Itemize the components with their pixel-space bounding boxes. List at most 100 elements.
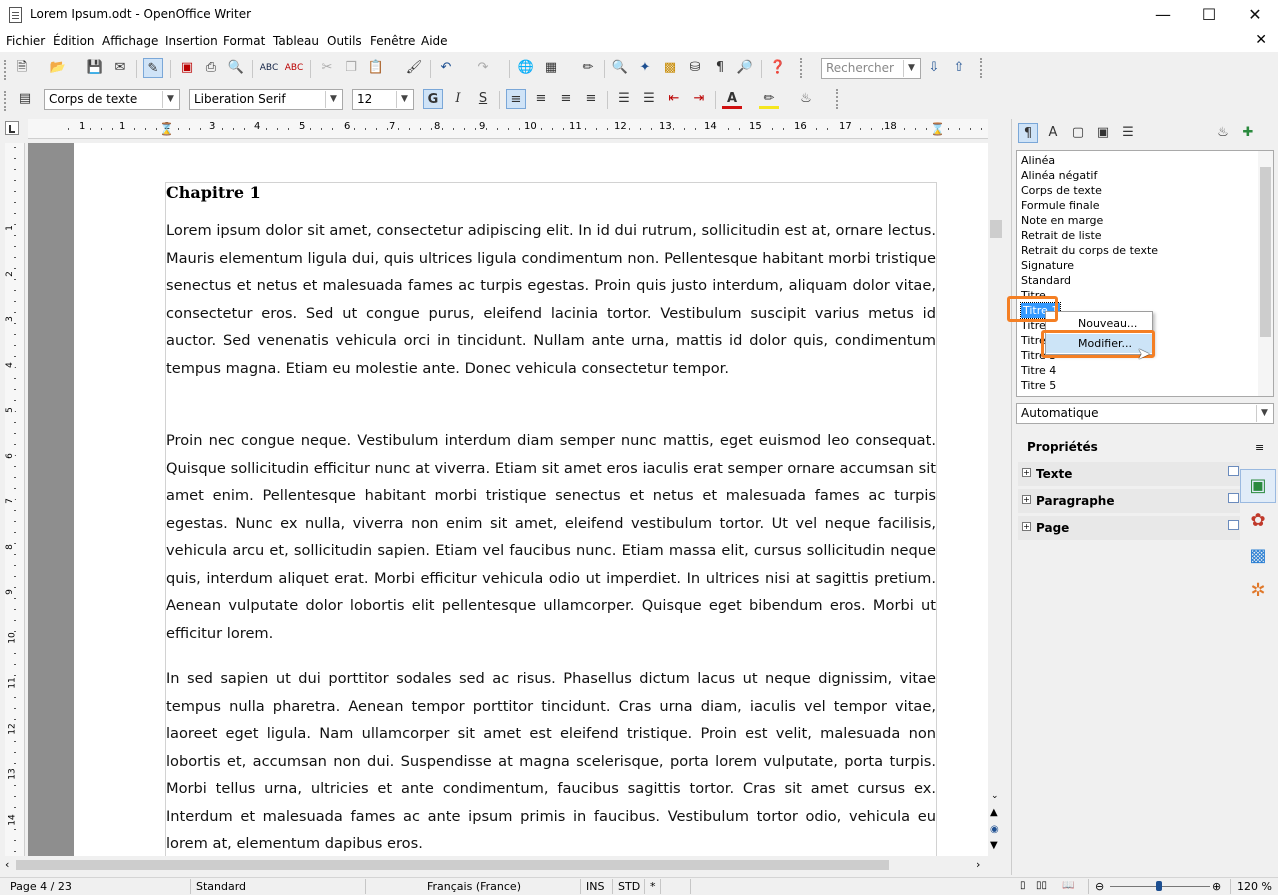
menu-affichage[interactable]: Affichage <box>102 34 158 48</box>
spellcheck-icon[interactable]: ABC <box>259 58 279 78</box>
align-center-icon[interactable]: ≡ <box>531 89 551 109</box>
draw-functions-icon[interactable]: ✏ <box>578 58 598 78</box>
data-sources-icon[interactable]: ⛁ <box>685 58 705 78</box>
scroll-thumb[interactable] <box>990 220 1002 238</box>
character-styles-icon[interactable]: A <box>1043 123 1063 143</box>
justify-icon[interactable]: ≡ <box>581 89 601 109</box>
zoom-out-icon[interactable]: ⊖ <box>1095 880 1104 893</box>
scroll-thumb[interactable] <box>16 860 889 870</box>
styles-deck-icon[interactable]: ✿ <box>1240 505 1276 539</box>
close-document-icon[interactable]: ✕ <box>1255 32 1267 48</box>
horizontal-scrollbar[interactable]: ‹ › <box>0 857 990 873</box>
paragraph-1[interactable]: Lorem ipsum dolor sit amet, consectetur … <box>166 217 936 382</box>
fill-format-mode-icon[interactable]: ♨ <box>1213 123 1233 143</box>
menu-edition[interactable]: Édition <box>53 34 95 48</box>
export-pdf-icon[interactable]: ▣ <box>177 58 197 78</box>
font-size-select[interactable]: 12 ▼ <box>352 89 414 110</box>
insert-mode[interactable]: INS <box>586 880 604 893</box>
tab-stop-type-icon[interactable] <box>5 121 19 135</box>
help-icon[interactable]: ❓ <box>768 58 788 78</box>
style-list-item[interactable]: Retrait de liste <box>1021 228 1102 243</box>
document-page[interactable]: Chapitre 1 Lorem ipsum dolor sit amet, c… <box>74 143 988 856</box>
frame-styles-icon[interactable]: ▢ <box>1068 123 1088 143</box>
paragraph-styles-icon[interactable]: ¶ <box>1018 123 1038 143</box>
highlighting-icon[interactable]: ✏ <box>759 89 779 109</box>
toolbar-grip[interactable] <box>980 58 984 78</box>
autospellcheck-icon[interactable]: ABC <box>284 58 304 78</box>
toolbar-grip[interactable] <box>4 60 8 80</box>
style-list-item[interactable]: Standard <box>1021 273 1071 288</box>
decrease-indent-icon[interactable]: ⇤ <box>664 89 684 109</box>
page-style[interactable]: Standard <box>196 880 246 893</box>
chevron-down-icon[interactable]: ▼ <box>903 60 919 77</box>
next-page-icon[interactable]: ▼ <box>990 840 998 851</box>
find-previous-icon[interactable]: ⇧ <box>949 58 969 78</box>
section-page[interactable]: + Page <box>1018 516 1240 540</box>
redo-icon[interactable]: ↷ <box>473 58 493 78</box>
formatting-marks-icon[interactable]: ¶ <box>710 58 730 78</box>
chevron-down-icon[interactable]: ▼ <box>1256 405 1272 422</box>
paragraph-style-select[interactable]: Corps de texte ▼ <box>44 89 180 110</box>
search-input[interactable]: Rechercher ▼ <box>821 58 921 79</box>
email-icon[interactable]: ✉ <box>110 58 130 78</box>
vertical-ruler[interactable]: 1 2 3 4 5 6 7 8 9 10 11 12 13 14 <box>4 143 25 856</box>
multi-page-view-icon[interactable]: ▯▯ <box>1036 880 1047 891</box>
chevron-down-icon[interactable]: ▼ <box>162 91 178 108</box>
scroll-left-arrow-icon[interactable]: ‹ <box>5 858 9 871</box>
chevron-down-icon[interactable]: ▼ <box>325 91 341 108</box>
italic-icon[interactable]: I <box>448 89 468 109</box>
toolbar-grip[interactable] <box>800 58 804 78</box>
book-view-icon[interactable]: 📖 <box>1062 880 1074 891</box>
bold-icon[interactable]: G <box>423 89 443 109</box>
numbering-icon[interactable]: ☰ <box>614 89 634 109</box>
style-list-item[interactable]: Alinéa <box>1021 153 1055 168</box>
save-icon[interactable]: 💾 <box>85 58 105 78</box>
style-list-item[interactable]: Titre 5 <box>1021 378 1056 393</box>
single-page-view-icon[interactable]: ▯ <box>1020 880 1026 891</box>
find-replace-icon[interactable]: 🔍 <box>610 58 630 78</box>
hyperlink-icon[interactable]: 🌐 <box>516 58 536 78</box>
more-options-icon[interactable] <box>1228 466 1239 476</box>
sidebar-menu-icon[interactable]: ≡ <box>1255 441 1264 454</box>
style-list-item[interactable]: Titre 6 <box>1021 393 1056 396</box>
right-indent-marker-icon[interactable]: ⌛ <box>930 122 945 136</box>
new-document-icon[interactable]: 🗎 <box>12 58 32 78</box>
paste-icon[interactable]: 📋 <box>366 58 386 78</box>
scroll-right-arrow-icon[interactable]: › <box>976 858 980 871</box>
language[interactable]: Français (France) <box>427 880 521 893</box>
print-icon[interactable]: ⎙ <box>201 58 221 78</box>
menu-aide[interactable]: Aide <box>421 34 448 48</box>
more-options-icon[interactable] <box>1228 520 1239 530</box>
style-list-item[interactable]: Titre 4 <box>1021 363 1056 378</box>
menu-fichier[interactable]: Fichier <box>6 34 45 48</box>
navigator-icon[interactable]: ✦ <box>635 58 655 78</box>
menu-outils[interactable]: Outils <box>327 34 362 48</box>
table-icon[interactable]: ▦ <box>541 58 561 78</box>
background-color-icon[interactable]: ♨ <box>796 89 816 109</box>
section-paragraphe[interactable]: + Paragraphe <box>1018 489 1240 513</box>
font-color-icon[interactable]: A <box>722 89 742 109</box>
gallery-deck-icon[interactable]: ▩ <box>1240 540 1276 574</box>
align-left-icon[interactable]: ≡ <box>506 89 526 109</box>
paragraph-3[interactable]: In sed sapien ut dui porttitor sodales s… <box>166 665 936 856</box>
navigator-deck-icon[interactable]: ✲ <box>1240 575 1276 609</box>
more-options-icon[interactable] <box>1228 493 1239 503</box>
indent-marker-icon[interactable]: ⌛ <box>159 122 174 136</box>
chevron-down-icon[interactable]: ▼ <box>396 91 412 108</box>
style-list-item[interactable]: Signature <box>1021 258 1074 273</box>
increase-indent-icon[interactable]: ⇥ <box>689 89 709 109</box>
vertical-scrollbar[interactable]: ⌄ ▲ ◉ ▼ <box>988 143 1004 856</box>
menu-fenetre[interactable]: Fenêtre <box>370 34 415 48</box>
styles-formatting-icon[interactable]: ▤ <box>15 89 35 109</box>
menu-insertion[interactable]: Insertion <box>165 34 218 48</box>
navigation-icon[interactable]: ◉ <box>990 824 999 835</box>
find-next-icon[interactable]: ⇩ <box>924 58 944 78</box>
zoom-in-icon[interactable]: ⊕ <box>1212 880 1221 893</box>
document-view[interactable]: Chapitre 1 Lorem ipsum dolor sit amet, c… <box>28 143 988 856</box>
page-count[interactable]: Page 4 / 23 <box>10 880 72 893</box>
chapter-heading[interactable]: Chapitre 1 <box>166 183 261 202</box>
style-list-item[interactable]: Retrait du corps de texte <box>1021 243 1158 258</box>
underline-icon[interactable]: S <box>473 89 493 109</box>
zoom-level[interactable]: 120 % <box>1237 880 1272 893</box>
edit-mode-icon[interactable]: ✎ <box>143 58 163 78</box>
